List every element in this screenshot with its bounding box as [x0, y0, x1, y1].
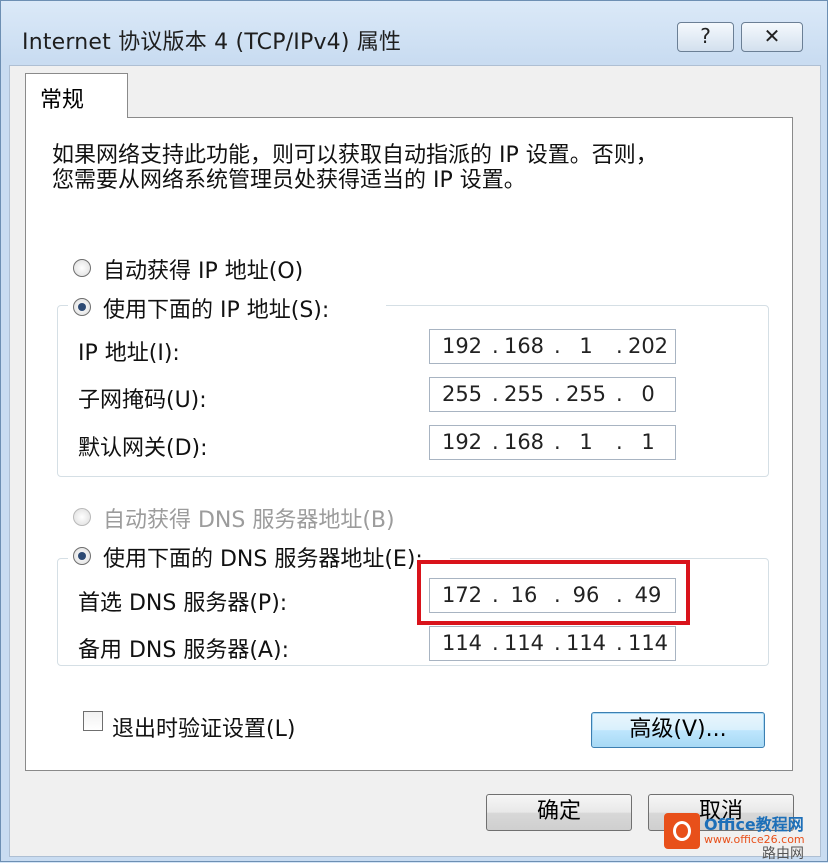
office-ring-icon: [673, 821, 691, 841]
gateway-octet-1: 192: [441, 430, 483, 454]
manual-ip-label[interactable]: 使用下面的 IP 地址(S):: [103, 292, 329, 324]
preferred-dns-highlight: [417, 560, 690, 625]
mask-octet-1: 255: [441, 382, 483, 406]
mask-octet-2: 255: [503, 382, 545, 406]
help-button[interactable]: ?: [677, 22, 734, 52]
subnet-mask-input[interactable]: 255 . 255 . 255 . 0: [429, 377, 676, 412]
ip-address-label: IP 地址(I):: [78, 341, 180, 366]
close-button[interactable]: ✕: [741, 22, 803, 52]
adns-octet-1: 114: [441, 631, 483, 655]
adns-octet-4: 114: [627, 631, 669, 655]
alternate-dns-label: 备用 DNS 服务器(A):: [78, 638, 289, 663]
ip-octet-3: 1: [579, 334, 593, 358]
auto-dns-label[interactable]: 自动获得 DNS 服务器地址(B): [103, 502, 395, 534]
mask-octet-4: 0: [641, 382, 655, 406]
subnet-mask-label: 子网掩码(U):: [78, 388, 207, 413]
ok-button[interactable]: 确定: [486, 794, 632, 831]
default-gateway-label: 默认网关(D):: [78, 436, 208, 461]
validate-settings-checkbox[interactable]: [83, 711, 103, 731]
window-title: Internet 协议版本 4 (TCP/IPv4) 属性: [22, 30, 402, 55]
watermark-site: 路由网: [762, 846, 804, 862]
close-icon: ✕: [763, 24, 781, 48]
adns-octet-3: 114: [565, 631, 607, 655]
auto-ip-radio[interactable]: [73, 259, 91, 277]
watermark-brand: Office教程网: [704, 815, 804, 834]
gateway-octet-3: 1: [579, 430, 593, 454]
ip-octet-4: 202: [627, 334, 669, 358]
general-panel: 如果网络支持此功能，则可以获取自动指派的 IP 设置。否则， 您需要从网络系统管…: [25, 117, 793, 771]
alternate-dns-input[interactable]: 114 . 114 . 114 . 114: [429, 626, 676, 661]
manual-dns-label[interactable]: 使用下面的 DNS 服务器地址(E):: [103, 541, 423, 573]
mask-octet-3: 255: [565, 382, 607, 406]
manual-ip-radio[interactable]: [73, 298, 91, 316]
adns-octet-2: 114: [503, 631, 545, 655]
watermark: Office教程网 www.office26.com 路由网: [664, 805, 828, 862]
description-line-2: 您需要从网络系统管理员处获得适当的 IP 设置。: [52, 168, 526, 193]
default-gateway-input[interactable]: 192 . 168 . 1 . 1: [429, 425, 676, 460]
manual-dns-radio[interactable]: [73, 547, 91, 565]
description-line-1: 如果网络支持此功能，则可以获取自动指派的 IP 设置。否则，: [52, 143, 658, 168]
office-logo-icon: [664, 813, 700, 849]
auto-dns-radio[interactable]: [73, 508, 91, 526]
gateway-octet-2: 168: [503, 430, 545, 454]
tab-general[interactable]: 常规: [25, 73, 128, 118]
preferred-dns-label: 首选 DNS 服务器(P):: [78, 591, 288, 616]
ip-octet-1: 192: [441, 334, 483, 358]
ip-address-input[interactable]: 192 . 168 . 1 . 202: [429, 329, 676, 364]
auto-ip-label[interactable]: 自动获得 IP 地址(O): [103, 253, 303, 285]
gateway-octet-4: 1: [641, 430, 655, 454]
validate-settings-label[interactable]: 退出时验证设置(L): [112, 711, 295, 743]
ip-octet-2: 168: [503, 334, 545, 358]
advanced-button[interactable]: 高级(V)...: [591, 712, 765, 748]
